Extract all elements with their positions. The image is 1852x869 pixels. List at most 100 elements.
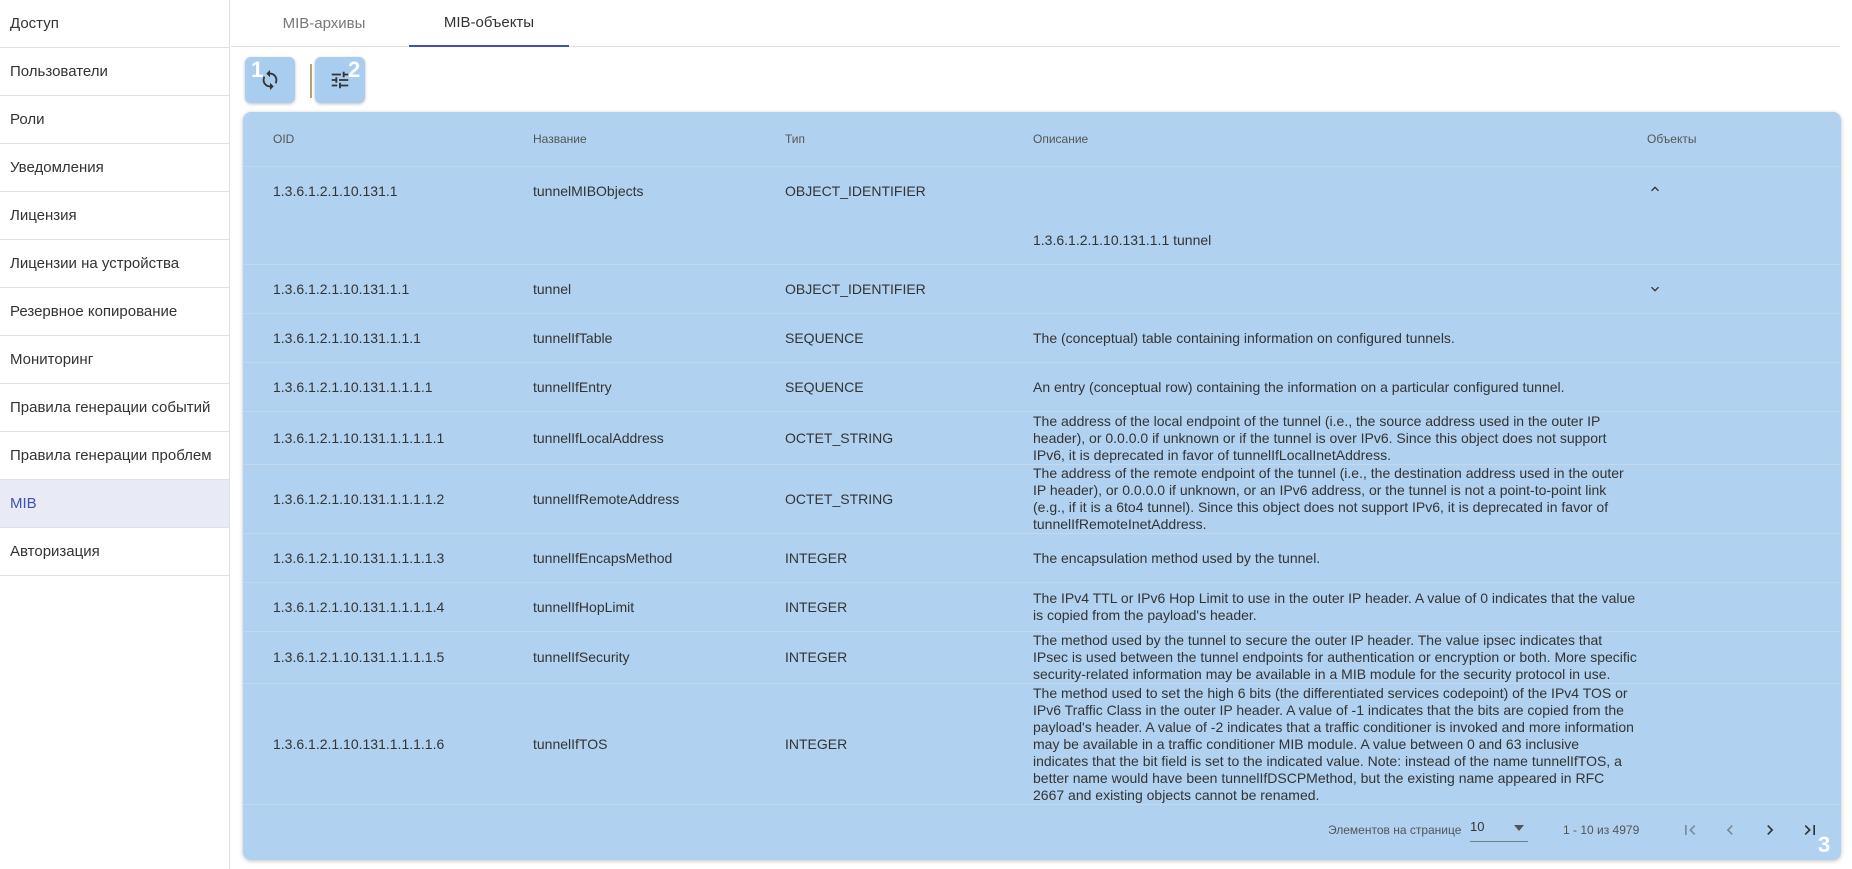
mib-objects-table: OID Название Тип Описание Объекты 1.3.6.… — [243, 112, 1841, 860]
first-page-icon — [1685, 825, 1696, 835]
sidebar-item-label: Уведомления — [10, 159, 104, 176]
cell-name: tunnelIfSecurity — [533, 649, 630, 665]
sidebar-item-users[interactable]: Пользователи — [0, 48, 229, 96]
column-header-description[interactable]: Описание — [1033, 112, 1638, 166]
sidebar: Доступ Пользователи Роли Уведомления Лиц… — [0, 0, 230, 869]
table-row[interactable]: 1.3.6.1.2.1.10.131.1.1 tunnel OBJECT_IDE… — [243, 265, 1841, 314]
prev-page-button[interactable] — [1717, 817, 1743, 843]
cell-description: The method used to set the high 6 bits (… — [1033, 684, 1634, 803]
cell-description: The encapsulation method used by the tun… — [1033, 549, 1321, 566]
cell-name: tunnelIfEntry — [533, 378, 612, 395]
table-row[interactable]: 1.3.6.1.2.1.10.131.1.1.1 tunnelIfTable S… — [243, 314, 1841, 363]
tab-bar: MIB-архивы MIB-объекты — [231, 0, 1840, 47]
expand-button[interactable] — [1647, 265, 1797, 313]
tab-label: MIB-архивы — [282, 14, 366, 32]
sidebar-item-problem-rules[interactable]: Правила генерации проблем — [0, 432, 229, 480]
table-header: OID Название Тип Описание Объекты — [243, 112, 1841, 167]
cell-type: OBJECT_IDENTIFIER — [785, 280, 926, 297]
sidebar-item-label: Правила генерации событий — [10, 399, 211, 416]
column-header-oid[interactable]: OID — [273, 112, 523, 166]
sidebar-item-event-rules[interactable]: Правила генерации событий — [0, 384, 229, 432]
cell-name: tunnelIfTable — [533, 329, 613, 346]
sidebar-item-label: MIB — [10, 495, 37, 512]
sidebar-item-device-licenses[interactable]: Лицензии на устройства — [0, 240, 229, 288]
tab-mib-archives[interactable]: MIB-архивы — [252, 0, 396, 46]
cell-type: INTEGER — [785, 735, 848, 752]
column-header-name[interactable]: Название — [533, 112, 773, 166]
cell-oid: 1.3.6.1.2.1.10.131.1.1 — [273, 280, 410, 297]
page-size-value: 10 — [1470, 819, 1485, 834]
cell-name: tunnelIfRemoteAddress — [533, 490, 680, 507]
cell-type: SEQUENCE — [785, 378, 864, 395]
cell-name: tunnelMIBObjects — [533, 182, 644, 199]
sidebar-item-label: Пользователи — [10, 63, 108, 80]
cell-name: tunnelIfTOS — [533, 735, 608, 752]
cell-name: tunnelIfEncapsMethod — [533, 549, 673, 566]
toolbar-divider — [310, 64, 312, 98]
cell-description: The IPv4 TTL or IPv6 Hop Limit to use in… — [1033, 590, 1636, 623]
cell-oid: 1.3.6.1.2.1.10.131.1 — [273, 182, 398, 199]
sidebar-item-label: Авторизация — [10, 543, 100, 560]
cell-name: tunnelIfHopLimit — [533, 598, 635, 615]
last-page-icon — [1804, 825, 1815, 835]
page-size-select[interactable]: 10 — [1470, 819, 1528, 842]
sidebar-item-backup[interactable]: Резервное копирование — [0, 288, 229, 336]
collapse-button[interactable] — [1647, 167, 1797, 211]
sidebar-item-label: Мониторинг — [10, 351, 94, 368]
table-row[interactable]: 1.3.6.1.2.1.10.131.1.1.1.1.4 tunnelIfHop… — [243, 583, 1841, 632]
sidebar-item-access[interactable]: Доступ — [0, 0, 229, 48]
tab-mib-objects[interactable]: MIB-объекты — [409, 0, 569, 47]
sidebar-item-notifications[interactable]: Уведомления — [0, 144, 229, 192]
child-object-link[interactable]: 1.3.6.1.2.1.10.131.1.1 tunnel — [1033, 215, 1638, 265]
chevron-left-icon — [1726, 825, 1733, 835]
cell-name: tunnelIfLocalAddress — [533, 429, 664, 446]
cell-oid: 1.3.6.1.2.1.10.131.1.1.1.1.1 — [273, 429, 445, 446]
cell-description: The method used by the tunnel to secure … — [1033, 632, 1637, 682]
cell-description — [1033, 167, 1638, 215]
sidebar-item-license[interactable]: Лицензия — [0, 192, 229, 240]
cell-oid: 1.3.6.1.2.1.10.131.1.1.1.1.4 — [273, 598, 445, 615]
marker-1: 1 — [251, 57, 264, 82]
table-row[interactable]: 1.3.6.1.2.1.10.131.1.1.1.1.6 tunnelIfTOS… — [243, 684, 1841, 805]
chevron-down-icon — [1651, 286, 1659, 292]
marker-3: 3 — [1818, 832, 1831, 857]
page-range: 1 - 10 из 4979 — [1563, 823, 1640, 837]
sidebar-item-label: Правила генерации проблем — [10, 447, 212, 464]
marker-2: 2 — [348, 57, 361, 82]
column-header-objects[interactable]: Объекты — [1647, 112, 1797, 166]
cell-oid: 1.3.6.1.2.1.10.131.1.1.1.1 — [273, 378, 433, 395]
sidebar-item-monitoring[interactable]: Мониторинг — [0, 336, 229, 384]
cell-oid: 1.3.6.1.2.1.10.131.1.1.1.1.5 — [273, 649, 445, 665]
tab-label: MIB-объекты — [443, 14, 535, 31]
sidebar-item-label: Доступ — [10, 15, 59, 32]
cell-description: The address of the local endpoint of the… — [1033, 412, 1607, 463]
table-row[interactable]: 1.3.6.1.2.1.10.131.1.1.1.1.1 tunnelIfLoc… — [243, 412, 1841, 465]
cell-type: INTEGER — [785, 549, 848, 566]
dropdown-arrow-icon — [1514, 825, 1524, 831]
cell-oid: 1.3.6.1.2.1.10.131.1.1.1 — [273, 329, 421, 346]
first-page-button[interactable] — [1677, 817, 1703, 843]
cell-type: INTEGER — [785, 649, 848, 665]
cell-type: OCTET_STRING — [785, 490, 894, 507]
cell-description: The address of the remote endpoint of th… — [1033, 465, 1624, 532]
sidebar-item-label: Лицензии на устройства — [10, 255, 180, 272]
sidebar-item-roles[interactable]: Роли — [0, 96, 229, 144]
table-row[interactable]: 1.3.6.1.2.1.10.131.1.1.1.1.2 tunnelIfRem… — [243, 465, 1841, 534]
sidebar-item-mib[interactable]: MIB — [0, 480, 229, 528]
next-page-button[interactable] — [1757, 817, 1783, 843]
table-row[interactable]: 1.3.6.1.2.1.10.131.1 tunnelMIBObjects OB… — [243, 167, 1841, 265]
sidebar-item-label: Резервное копирование — [10, 303, 178, 320]
column-header-type[interactable]: Тип — [785, 112, 1025, 166]
cell-oid: 1.3.6.1.2.1.10.131.1.1.1.1.3 — [273, 549, 445, 566]
chevron-right-icon — [1767, 825, 1774, 835]
cell-type: OBJECT_IDENTIFIER — [785, 182, 926, 199]
sidebar-item-authorization[interactable]: Авторизация — [0, 528, 229, 576]
table-row[interactable]: 1.3.6.1.2.1.10.131.1.1.1.1.3 tunnelIfEnc… — [243, 534, 1841, 583]
cell-type: INTEGER — [785, 598, 848, 615]
table-row[interactable]: 1.3.6.1.2.1.10.131.1.1.1.1.5 tunnelIfSec… — [243, 632, 1841, 684]
cell-oid: 1.3.6.1.2.1.10.131.1.1.1.1.6 — [273, 735, 445, 752]
table-row[interactable]: 1.3.6.1.2.1.10.131.1.1.1.1 tunnelIfEntry… — [243, 363, 1841, 412]
cell-description — [1033, 265, 1638, 313]
cell-type: SEQUENCE — [785, 329, 864, 346]
page-size-label: Элементов на странице — [1328, 823, 1462, 837]
